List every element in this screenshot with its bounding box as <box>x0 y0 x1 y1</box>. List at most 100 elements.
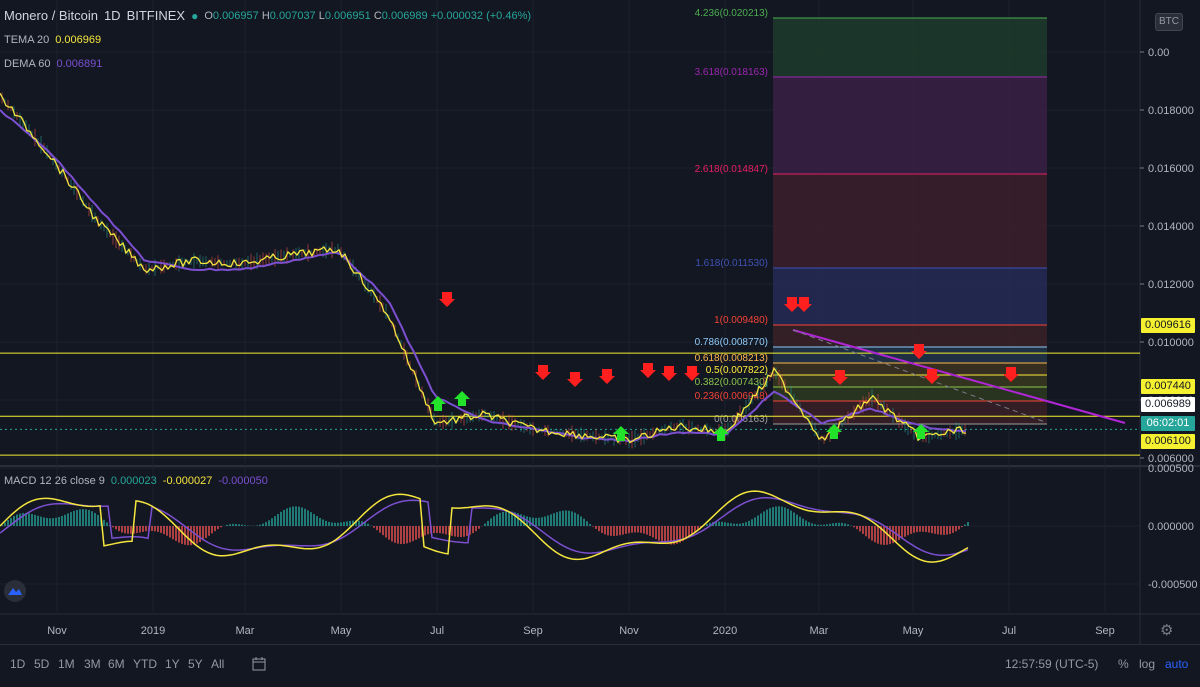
macd-legend[interactable]: MACD 12 26 close 9 0.000023 -0.000027 -0… <box>4 475 268 487</box>
macd-histogram-bar <box>919 526 921 532</box>
macd-histogram-bar <box>964 525 966 526</box>
macd-histogram-bar <box>367 524 369 526</box>
macd-histogram-bar <box>928 526 930 533</box>
macd-histogram-bar <box>856 526 858 529</box>
currency-badge[interactable]: BTC <box>1155 13 1183 31</box>
macd-histogram-bar <box>343 522 345 526</box>
macd-histogram-bar <box>904 526 906 537</box>
macd-histogram-bar <box>310 512 312 526</box>
price-tick-label: 0.014000 <box>1148 221 1194 233</box>
macd-histogram-bar <box>439 526 441 533</box>
macd-histogram-bar <box>211 526 213 533</box>
macd-histogram-bar <box>907 526 909 535</box>
macd-histogram-bar <box>466 526 468 536</box>
macd-histogram-bar <box>226 525 228 526</box>
macd-histogram-bar <box>295 506 297 526</box>
range-1d-button[interactable]: 1D <box>10 657 25 671</box>
macd-histogram-bar <box>955 526 957 531</box>
macd-histogram-bar <box>457 526 459 537</box>
macd-histogram-bar <box>958 526 960 529</box>
range-1m-button[interactable]: 1M <box>58 657 75 671</box>
time-axis[interactable]: Nov2019MarMayJulSepNov2020MarMayJulSep <box>47 625 1115 637</box>
macd-histogram-bar <box>73 511 75 526</box>
range-5y-button[interactable]: 5Y <box>188 657 203 671</box>
fib-level-label: 0.618(0.008213) <box>695 353 768 364</box>
down-arrow-icon <box>567 372 583 387</box>
macd-histogram-bar <box>952 526 954 533</box>
macd-histogram-bar <box>925 526 927 532</box>
macd-histogram-bar <box>235 524 237 526</box>
macd-histogram-bar <box>37 516 39 526</box>
price-tick-label: 0.016000 <box>1148 163 1194 175</box>
macd-histogram-bar <box>586 521 588 526</box>
macd-histogram-bar <box>652 526 654 537</box>
macd-histogram-bar <box>124 526 126 533</box>
range-ytd-button[interactable]: YTD <box>133 657 157 671</box>
macd-histogram-bar <box>787 509 789 526</box>
symbol-name[interactable]: Monero / Bitcoin <box>4 8 98 23</box>
auto-toggle[interactable]: auto <box>1165 657 1188 671</box>
percent-toggle[interactable]: % <box>1118 657 1129 671</box>
macd-histogram-bar <box>445 526 447 534</box>
macd-histogram-bar <box>913 526 915 533</box>
tema-legend[interactable]: TEMA 20 0.006969 <box>4 34 101 46</box>
macd-histogram-bar <box>121 526 123 532</box>
tradingview-logo-icon[interactable] <box>4 580 26 602</box>
fib-zone <box>773 268 1047 325</box>
fib-zone <box>773 401 1047 424</box>
macd-histogram-bar <box>385 526 387 538</box>
macd-histogram-bar <box>853 526 855 527</box>
macd-signal-value: -0.000050 <box>218 475 268 487</box>
log-toggle[interactable]: log <box>1139 657 1155 671</box>
chart-canvas[interactable]: 4.236(0.020213)3.618(0.018163)2.618(0.01… <box>0 0 1200 644</box>
macd-histogram-bar <box>136 526 138 533</box>
macd-histogram-bar <box>940 526 942 535</box>
macd-histogram-bar <box>175 526 177 541</box>
macd-histogram-bar <box>46 518 48 526</box>
macd-histogram-bar <box>262 524 264 526</box>
macd-histogram-bar <box>625 526 627 534</box>
range-all-button[interactable]: All <box>211 657 224 671</box>
macd-histogram-bar <box>844 523 846 526</box>
macd-histogram-bar <box>34 515 36 526</box>
macd-histogram-bar <box>619 526 621 535</box>
macd-histogram-bar <box>85 509 87 526</box>
macd-histogram-bar <box>4 522 6 526</box>
macd-histogram-bar <box>325 521 327 526</box>
date-range-icon[interactable] <box>252 657 266 674</box>
macd-histogram-bar <box>607 526 609 535</box>
macd-histogram-bar <box>613 526 615 536</box>
fibonacci-extension[interactable]: 4.236(0.020213)3.618(0.018163)2.618(0.01… <box>695 8 1047 425</box>
macd-histogram-bar <box>472 526 474 533</box>
macd-histogram-bar <box>553 513 555 526</box>
macd-histogram-bar <box>496 514 498 526</box>
macd-histogram-bar <box>256 525 258 526</box>
clock-display[interactable]: 12:57:59 (UTC-5) <box>1005 657 1098 671</box>
symbol-legend: Monero / Bitcoin 1D BITFINEX ● O0.006957… <box>4 8 531 23</box>
fib-level-label: 0.5(0.007822) <box>706 365 768 376</box>
dema-legend[interactable]: DEMA 60 0.006891 <box>4 58 102 70</box>
macd-histogram-bar <box>949 526 951 534</box>
range-3m-button[interactable]: 3M <box>84 657 101 671</box>
macd-histogram-bar <box>601 526 603 533</box>
macd-histogram-bar <box>67 513 69 526</box>
range-6m-button[interactable]: 6M <box>108 657 125 671</box>
macd-histogram-bar <box>319 518 321 526</box>
settings-gear-icon[interactable]: ⚙ <box>1160 621 1173 639</box>
range-5d-button[interactable]: 5D <box>34 657 49 671</box>
macd-histogram-bar <box>829 524 831 526</box>
symbol-interval[interactable]: 1D <box>104 8 121 23</box>
macd-histogram-bar <box>868 526 870 539</box>
time-tick-label: Nov <box>619 625 639 637</box>
macd-histogram-bar <box>874 526 876 542</box>
macd-histogram-bar <box>70 512 72 526</box>
macd-name: MACD 12 26 close 9 <box>4 475 105 487</box>
macd-histogram-bar <box>628 526 630 533</box>
macd-histogram-bar <box>460 526 462 537</box>
macd-histogram-bar <box>331 523 333 526</box>
macd-histogram-bar <box>592 526 594 527</box>
fib-zone <box>773 363 1047 375</box>
range-1y-button[interactable]: 1Y <box>165 657 180 671</box>
up-arrow-icon <box>454 391 470 406</box>
macd-histogram-bar <box>655 526 657 539</box>
